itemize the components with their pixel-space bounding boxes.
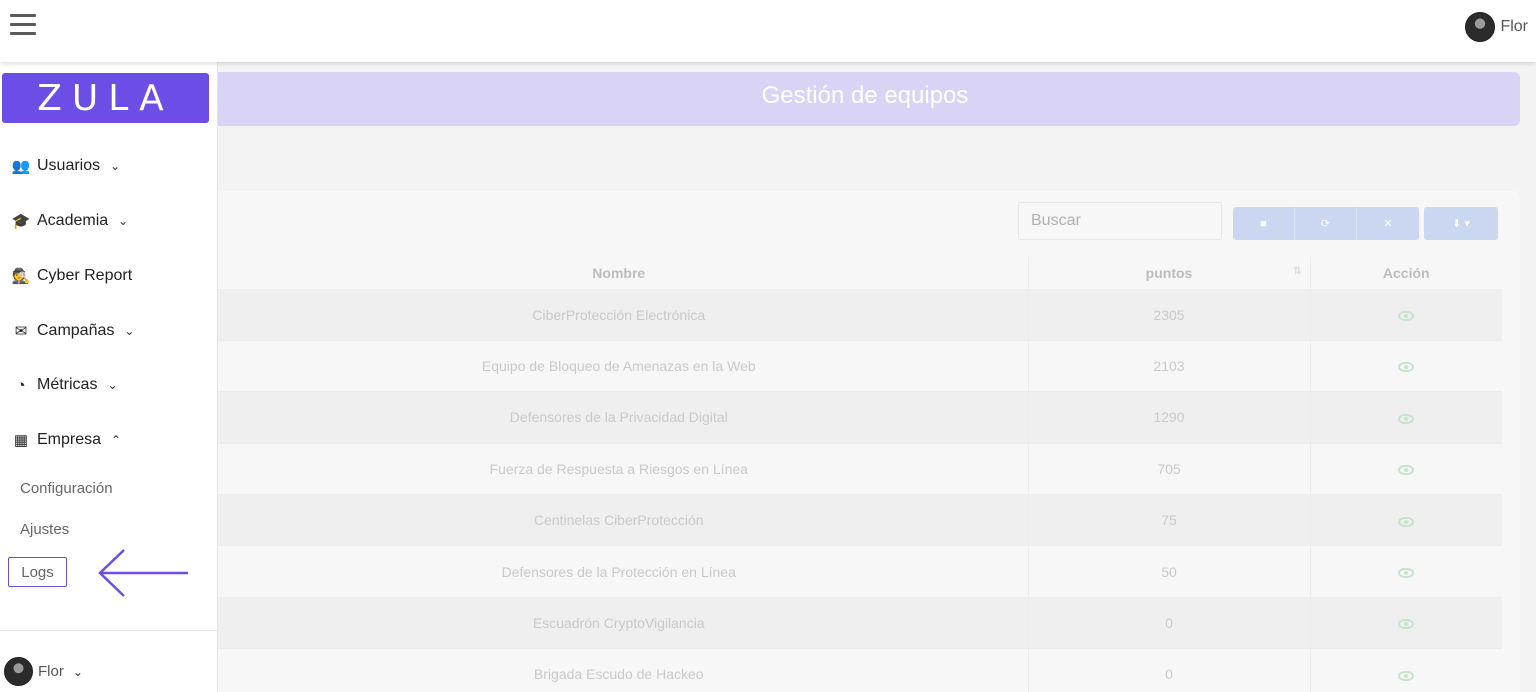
team-points: 50 <box>1027 545 1311 598</box>
expand-icon: ✕ <box>1383 218 1393 230</box>
sidebar-user-menu[interactable]: Flor ⌄ <box>4 657 83 686</box>
team-name: Escuadrón CryptoVigilancia <box>210 597 1028 650</box>
sort-icon[interactable]: ⇅ <box>1293 266 1301 277</box>
column-header-name[interactable]: Nombre <box>210 257 1028 290</box>
chevron-down-icon: ⌄ <box>107 378 118 392</box>
top-bar: Flor <box>0 0 1536 62</box>
users-icon: 👥 <box>11 158 31 175</box>
sidebar-item-label: Usuarios <box>37 157 101 174</box>
export-button[interactable]: ⬇ ▾ <box>1424 207 1498 240</box>
sidebar-subitem-logs[interactable]: Logs <box>8 557 67 587</box>
table-row: Brigada Escudo de Hackeo 0 <box>210 648 1502 692</box>
building-icon: ▦ <box>13 432 29 449</box>
team-name: CiberProtección Electrónica <box>210 289 1028 341</box>
toggle-columns-button[interactable]: ■ <box>1233 207 1295 240</box>
table-row: Equipo de Bloqueo de Amenazas en la Web … <box>210 340 1502 393</box>
graduation-icon: 🎓 <box>11 213 31 230</box>
table-row: Defensores de la Protección en Línea 50 <box>210 545 1502 598</box>
team-name: Centinelas CiberProtección <box>210 494 1028 547</box>
refresh-button[interactable]: ⟳ <box>1295 207 1357 240</box>
sidebar-user-name: Flor <box>38 663 64 680</box>
table-row: CiberProtección Electrónica 2305 <box>210 289 1502 341</box>
column-header-points-label: puntos <box>1145 264 1193 281</box>
column-header-action: Acción <box>1310 257 1502 290</box>
eye-icon[interactable] <box>1398 670 1415 681</box>
sidebar-item-cyber-report[interactable]: 🕵 Cyber Report <box>11 267 133 285</box>
main-content: Gestión de equipos ■ ⟳ ✕ ⬇ ▾ Nombre punt… <box>0 62 1536 692</box>
table-header-row: Nombre puntos ⇅ Acción <box>210 257 1502 290</box>
team-name: Defensores de la Protección en Línea <box>210 545 1028 598</box>
chevron-down-icon: ⌄ <box>110 159 121 173</box>
avatar <box>1465 12 1496 42</box>
view-action <box>1310 443 1502 496</box>
avatar <box>4 657 33 686</box>
team-name: Defensores de la Privacidad Digital <box>210 391 1028 444</box>
view-action <box>1310 494 1502 547</box>
table-row: Defensores de la Privacidad Digital 1290 <box>210 391 1502 444</box>
team-points: 2103 <box>1027 340 1311 393</box>
table-row: Escuadrón CryptoVigilancia 0 <box>210 597 1502 650</box>
team-points: 705 <box>1027 443 1311 496</box>
gauge-icon: ◔ <box>16 376 26 394</box>
zula-logo[interactable]: ZULA <box>2 73 209 123</box>
table-toolbar: ■ ⟳ ✕ <box>1233 207 1419 240</box>
refresh-icon: ⟳ <box>1320 218 1331 230</box>
download-icon: ⬇ ▾ <box>1452 218 1470 230</box>
top-user-menu[interactable]: Flor <box>1465 12 1528 42</box>
view-action <box>1310 340 1502 393</box>
search-input[interactable] <box>1018 202 1222 240</box>
sidebar-item-label: Academia <box>37 212 109 229</box>
eye-icon[interactable] <box>1398 413 1415 424</box>
sidebar-item-label: Métricas <box>37 376 98 393</box>
sidebar-subitem-ajustes[interactable]: Ajustes <box>20 521 69 538</box>
sidebar-item-usuarios[interactable]: 👥 Usuarios ⌄ <box>11 157 121 175</box>
eye-icon[interactable] <box>1398 619 1415 630</box>
sidebar-item-label: Empresa <box>37 431 102 448</box>
eye-icon[interactable] <box>1398 567 1415 578</box>
hamburger-menu-icon[interactable] <box>10 14 36 36</box>
spy-icon: 🕵 <box>11 268 31 285</box>
team-points: 0 <box>1027 648 1311 692</box>
team-name: Brigada Escudo de Hackeo <box>210 648 1028 692</box>
sidebar-item-campanas[interactable]: ✉ Campañas ⌄ <box>11 322 135 340</box>
chevron-down-icon: ⌄ <box>118 214 129 228</box>
sidebar-item-label: Campañas <box>37 322 115 339</box>
eye-icon[interactable] <box>1398 465 1415 476</box>
sidebar-item-empresa[interactable]: ▦ Empresa ⌃ <box>11 431 121 449</box>
team-name: Equipo de Bloqueo de Amenazas en la Web <box>210 340 1028 393</box>
sidebar-item-metricas[interactable]: ◔ Métricas ⌄ <box>11 376 118 394</box>
column-header-points[interactable]: puntos ⇅ <box>1027 257 1311 290</box>
table-row: Fuerza de Respuesta a Riesgos en Línea 7… <box>210 443 1502 496</box>
chevron-down-icon: ⌄ <box>124 324 135 338</box>
team-points: 1290 <box>1027 391 1311 444</box>
page-title: Gestión de equipos <box>761 82 969 109</box>
team-name: Fuerza de Respuesta a Riesgos en Línea <box>210 443 1028 496</box>
view-action <box>1310 597 1502 650</box>
chevron-down-icon: ⌄ <box>72 664 83 679</box>
eye-icon[interactable] <box>1398 362 1415 373</box>
team-points: 2305 <box>1027 289 1311 341</box>
eye-icon[interactable] <box>1398 516 1415 527</box>
view-action <box>1310 391 1502 444</box>
page-header: Gestión de equipos <box>210 72 1520 126</box>
view-action <box>1310 648 1502 692</box>
top-user-name: Flor <box>1500 18 1528 35</box>
annotation-arrow-icon <box>98 549 188 597</box>
view-action <box>1310 289 1502 341</box>
chevron-up-icon: ⌃ <box>111 433 122 447</box>
eye-icon[interactable] <box>1398 310 1415 321</box>
sidebar-item-academia[interactable]: 🎓 Academia ⌄ <box>11 212 129 230</box>
sidebar-subitem-configuracion[interactable]: Configuración <box>20 480 113 497</box>
square-icon: ■ <box>1260 217 1267 230</box>
teams-table: Nombre puntos ⇅ Acción CiberProtección El… <box>210 257 1502 692</box>
fullscreen-button[interactable]: ✕ <box>1357 207 1419 240</box>
table-row: Centinelas CiberProtección 75 <box>210 494 1502 547</box>
sidebar-item-label: Cyber Report <box>37 267 133 284</box>
team-points: 0 <box>1027 597 1311 650</box>
teams-card: ■ ⟳ ✕ ⬇ ▾ Nombre puntos ⇅ Acción CiberPro… <box>210 191 1520 692</box>
sidebar-divider <box>0 630 218 631</box>
view-action <box>1310 545 1502 598</box>
team-points: 75 <box>1027 494 1311 547</box>
envelope-icon: ✉ <box>14 323 28 340</box>
